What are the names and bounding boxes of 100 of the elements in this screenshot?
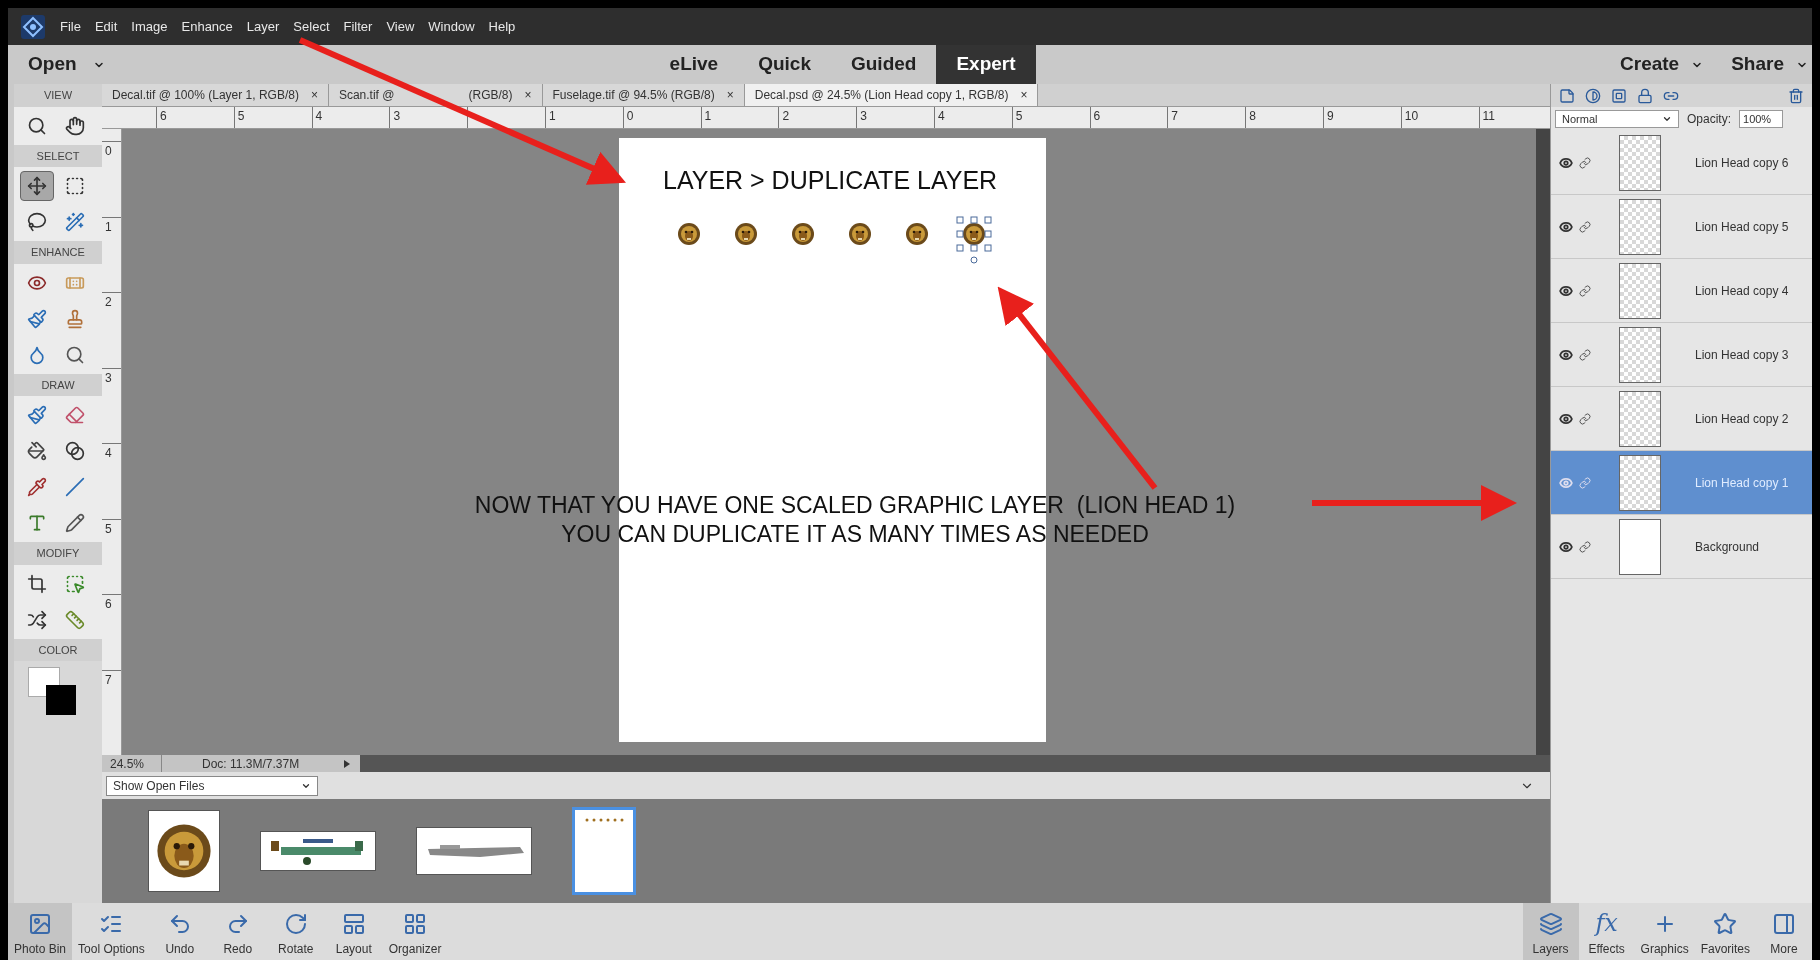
section-label: DRAW xyxy=(14,373,102,396)
share-button[interactable]: Share xyxy=(1731,50,1808,79)
panel-button[interactable]: fx Effects xyxy=(1578,903,1635,960)
document-tab[interactable]: Fuselage.tif @ 94.5% (RGB/8) × xyxy=(542,84,745,106)
play-icon[interactable] xyxy=(342,758,352,769)
document-tab[interactable]: Scan.tif @ (RGB/8) × xyxy=(328,84,543,106)
scrollbar[interactable] xyxy=(360,755,1550,772)
menu-item[interactable]: Image xyxy=(131,16,168,37)
photo-thumbnail[interactable] xyxy=(148,810,220,892)
layer-thumbnail xyxy=(1619,198,1661,255)
menu-item[interactable]: Select xyxy=(293,16,330,37)
ruler-label: 7 xyxy=(102,669,121,745)
eye-icon[interactable] xyxy=(1559,539,1573,554)
ruler-label: 1 xyxy=(700,107,779,128)
tab-label: (RGB/8) xyxy=(468,87,513,104)
close-button[interactable]: × xyxy=(1020,86,1028,104)
ruler-label: 1 xyxy=(102,216,121,292)
layer-name: Lion Head copy 6 xyxy=(1695,154,1789,172)
ruler-label: 0 xyxy=(102,141,121,217)
mode-tab[interactable]: Expert xyxy=(936,45,1036,84)
ruler-label: 6 xyxy=(102,594,121,670)
opacity-label: Opacity: xyxy=(1687,111,1731,128)
close-button[interactable]: × xyxy=(524,86,532,104)
mode-tab[interactable]: eLive xyxy=(649,45,739,84)
create-button[interactable]: Create xyxy=(1620,50,1704,79)
bottom-bar-button[interactable]: Undo xyxy=(150,903,209,960)
trash-icon[interactable] xyxy=(1788,87,1804,104)
bottom-bar-button[interactable]: Layout xyxy=(324,903,383,960)
close-button[interactable]: × xyxy=(726,86,734,104)
layer-thumbnail xyxy=(1619,390,1661,447)
panel-button[interactable]: Layers xyxy=(1522,903,1579,960)
mode-tab[interactable]: Guided xyxy=(830,45,937,84)
menu-item[interactable]: Edit xyxy=(94,16,118,37)
lock-icon[interactable] xyxy=(1637,87,1653,104)
layer-thumbnail xyxy=(1619,134,1661,191)
menu-item[interactable]: Enhance xyxy=(181,16,233,37)
app-logo-icon[interactable] xyxy=(20,13,46,40)
document-tab[interactable]: Decal.psd @ 24.5% (Lion Head copy 1, RGB/8) × xyxy=(744,84,1039,106)
crop-icon xyxy=(27,573,47,594)
bottom-bar-button[interactable]: Organizer xyxy=(382,903,448,960)
rotate-icon xyxy=(283,912,308,936)
bottom-bar-button[interactable]: Rotate xyxy=(266,903,325,960)
menu-item[interactable]: Window xyxy=(428,16,475,37)
bottom-bar-button[interactable]: Tool Options xyxy=(72,903,151,960)
tool-button[interactable] xyxy=(20,171,54,201)
layer-thumbnail xyxy=(1619,454,1661,511)
blend-mode-dropdown[interactable]: Normal xyxy=(1555,110,1679,128)
ruler-label: 3 xyxy=(389,107,468,128)
mode-tab[interactable]: Quick xyxy=(738,45,831,84)
bottom-bar-button[interactable]: Photo Bin xyxy=(8,903,73,960)
ruler-label: 0 xyxy=(622,107,701,128)
scrollbar[interactable] xyxy=(1536,129,1550,755)
eye-icon[interactable] xyxy=(1559,283,1573,298)
link-icon[interactable] xyxy=(1579,412,1591,425)
ruler-label: 6 xyxy=(156,107,234,128)
section-label: ENHANCE xyxy=(14,241,102,264)
move-icon xyxy=(27,176,47,196)
bottom-bar-button[interactable]: Redo xyxy=(208,903,267,960)
stamp-icon xyxy=(65,308,85,329)
ruler-label: 2 xyxy=(102,292,121,368)
lion-head[interactable] xyxy=(956,215,992,266)
ruler-label: 4 xyxy=(102,443,121,519)
eye-icon[interactable] xyxy=(1559,411,1573,426)
link-icon[interactable] xyxy=(1579,284,1591,297)
eye-icon[interactable] xyxy=(1559,155,1573,170)
layer-name: Background xyxy=(1695,538,1760,556)
zoom-icon xyxy=(27,115,47,136)
photo-thumbnail[interactable] xyxy=(572,807,636,895)
link-icon[interactable] xyxy=(1579,348,1591,361)
mask-icon[interactable] xyxy=(1611,87,1627,104)
menu-item[interactable]: File xyxy=(60,16,81,37)
panel-button[interactable]: More xyxy=(1756,903,1812,960)
close-button[interactable]: × xyxy=(310,86,318,104)
ruler-label: 1 xyxy=(545,107,623,128)
opacity-field[interactable]: 100% xyxy=(1739,110,1783,128)
new-layer-icon[interactable] xyxy=(1559,87,1575,104)
menu-item[interactable]: View xyxy=(386,16,415,37)
gradient-icon xyxy=(65,441,85,461)
eye-icon[interactable] xyxy=(1559,347,1573,362)
panel-button[interactable]: Favorites xyxy=(1694,903,1756,960)
show-files-dropdown[interactable]: Show Open Files xyxy=(106,775,318,796)
menu-item[interactable]: Layer xyxy=(246,16,280,37)
menu-item[interactable]: Filter xyxy=(343,16,373,37)
menu-item[interactable]: Help xyxy=(488,16,516,37)
panel-button[interactable]: Graphics xyxy=(1634,903,1695,960)
link-icon[interactable] xyxy=(1579,540,1591,553)
recompose-icon xyxy=(65,573,85,594)
layer-name: Lion Head copy 2 xyxy=(1695,410,1789,428)
ruler-label: 4 xyxy=(311,107,390,128)
star-icon xyxy=(1713,912,1738,936)
bucket-icon xyxy=(27,441,47,461)
link-icon[interactable] xyxy=(1579,156,1591,169)
eye-icon[interactable] xyxy=(1559,219,1573,234)
layer-name: Lion Head copy 1 xyxy=(1695,474,1789,492)
open-button[interactable]: Open xyxy=(28,50,105,79)
color-swatches[interactable] xyxy=(28,667,76,715)
eraser-icon xyxy=(65,405,85,425)
document-tab[interactable]: Decal.tif @ 100% (Layer 1, RGB/8) × xyxy=(102,84,329,106)
link-icon[interactable] xyxy=(1579,220,1591,233)
adjustment-icon[interactable] xyxy=(1585,87,1601,104)
